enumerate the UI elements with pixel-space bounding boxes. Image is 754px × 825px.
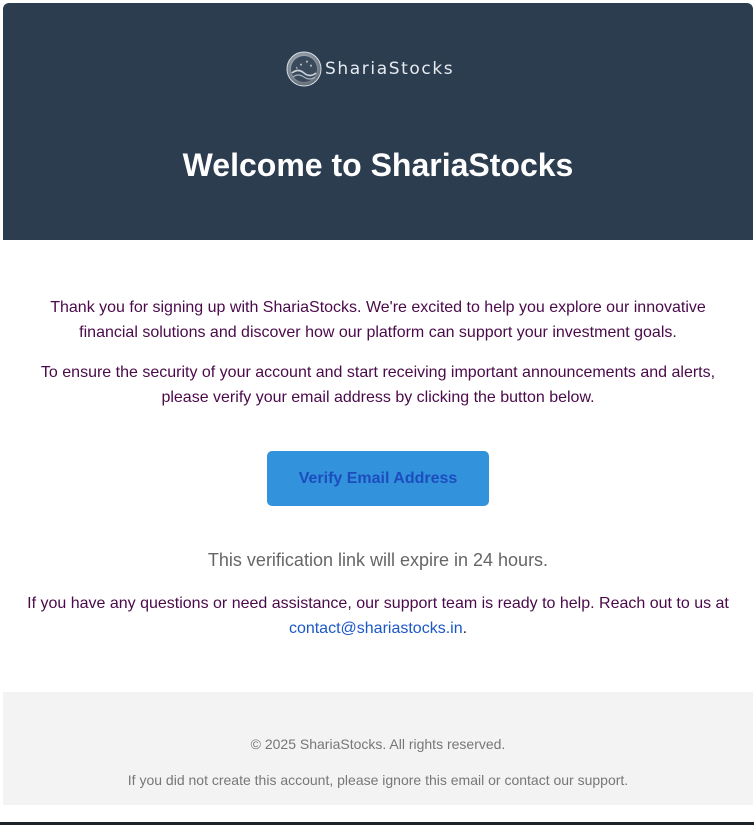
copyright-text: © 2025 ShariaStocks. All rights reserved… xyxy=(250,736,506,752)
email-header: ShariaStocks Welcome to ShariaStocks xyxy=(3,3,753,240)
support-email-link[interactable]: contact@shariastocks.in xyxy=(289,620,463,637)
expiry-note: This verification link will expire in 24… xyxy=(207,550,549,570)
email-body: Thank you for signing up with ShariaStoc… xyxy=(3,240,753,692)
email-footer: © 2025 ShariaStocks. All rights reserved… xyxy=(3,692,753,805)
support-suffix: . xyxy=(462,620,468,637)
support-paragraph: If you have any questions or need assist… xyxy=(23,591,733,641)
email-container: ShariaStocks Welcome to ShariaStocks Tha… xyxy=(3,3,753,805)
instruction-paragraph: To ensure the security of your account a… xyxy=(40,364,716,406)
welcome-heading: Welcome to ShariaStocks xyxy=(182,147,574,183)
brand-logo: ShariaStocks xyxy=(286,50,454,88)
intro-paragraph: Thank you for signing up with ShariaStoc… xyxy=(50,299,706,341)
footer-disclaimer: If you did not create this account, plea… xyxy=(127,772,629,788)
globe-stars-logo-icon xyxy=(286,51,322,87)
support-text: If you have any questions or need assist… xyxy=(27,595,729,612)
verify-email-button[interactable]: Verify Email Address xyxy=(267,451,489,506)
brand-name: ShariaStocks xyxy=(325,59,455,79)
